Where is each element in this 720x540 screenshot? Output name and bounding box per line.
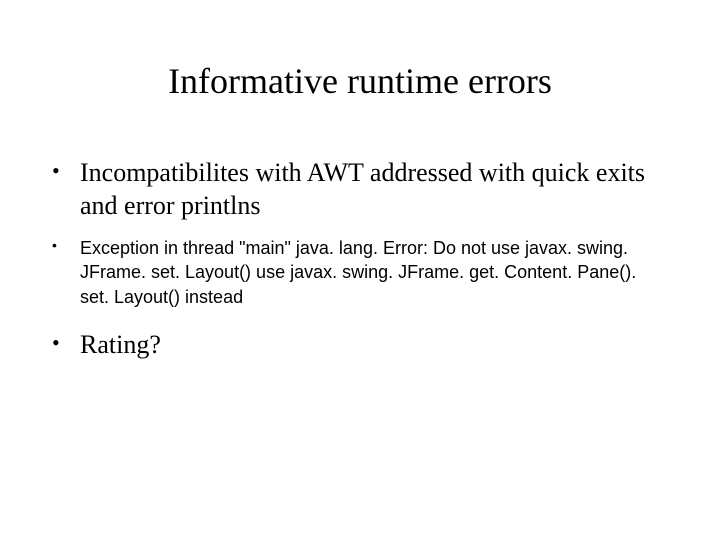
slide-title: Informative runtime errors [50,60,670,102]
bullet-item: Rating? [50,329,670,362]
bullet-list: Incompatibilites with AWT addressed with… [50,157,670,361]
bullet-item: Incompatibilites with AWT addressed with… [50,157,670,222]
bullet-item: Exception in thread "main" java. lang. E… [50,236,670,309]
